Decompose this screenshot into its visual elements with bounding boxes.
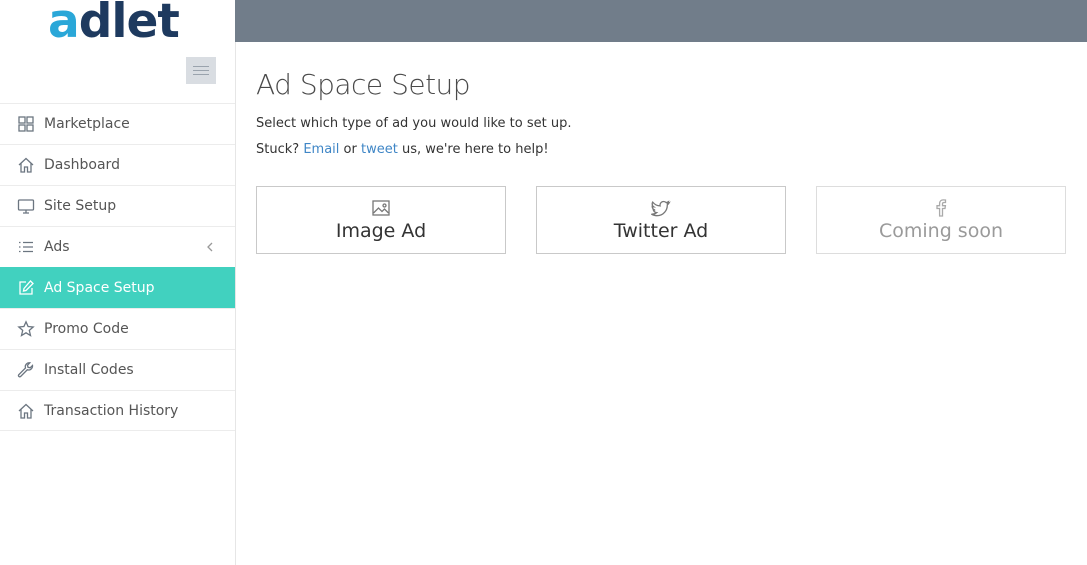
twitter-ad-button[interactable]: Twitter Ad [536, 186, 786, 254]
help-prefix: Stuck? [256, 142, 300, 157]
hamburger-menu-icon[interactable] [186, 57, 216, 84]
sidebar: adlet Marketplace Dashboard Site Setup A… [0, 0, 236, 565]
top-bar [235, 0, 1087, 42]
grid-icon [17, 115, 35, 133]
image-ad-button[interactable]: Image Ad [256, 186, 506, 254]
edit-icon [17, 279, 35, 297]
sidebar-item-ad-space-setup[interactable]: Ad Space Setup [0, 267, 235, 308]
tweet-link[interactable]: tweet [361, 142, 398, 157]
sidebar-item-dashboard[interactable]: Dashboard [0, 144, 235, 185]
home-icon [17, 156, 35, 174]
monitor-icon [17, 197, 35, 215]
twitter-icon [651, 198, 671, 218]
sidebar-nav: Marketplace Dashboard Site Setup Ads Ad … [0, 103, 235, 431]
facebook-ad-coming-soon: Coming soon [816, 186, 1066, 254]
ad-type-options: Image Ad Twitter Ad Coming soon [256, 186, 1066, 254]
sidebar-item-marketplace[interactable]: Marketplace [0, 103, 235, 144]
twitter-ad-label: Twitter Ad [613, 220, 709, 242]
image-icon [371, 198, 391, 218]
sidebar-item-label: Transaction History [44, 402, 179, 419]
chevron-left-icon[interactable] [205, 240, 215, 254]
sidebar-item-label: Promo Code [44, 321, 129, 337]
facebook-icon [931, 198, 951, 218]
sidebar-item-label: Ad Space Setup [44, 280, 155, 296]
page-title: Ad Space Setup [256, 68, 471, 101]
wrench-icon [17, 361, 35, 379]
sidebar-item-install-codes[interactable]: Install Codes [0, 349, 235, 390]
logo-letter-a: a [48, 0, 80, 49]
intro-text: Select which type of ad you would like t… [256, 116, 572, 131]
sidebar-item-label: Install Codes [44, 362, 134, 378]
help-suffix: us, we're here to help! [401, 142, 549, 157]
coming-soon-label: Coming soon [878, 220, 1003, 242]
adlet-logo[interactable]: adlet [48, 0, 180, 45]
email-link[interactable]: Email [303, 142, 339, 157]
help-text: Stuck? Email or tweet us, we're here to … [256, 142, 1076, 157]
sidebar-item-label: Ads [44, 239, 70, 255]
sidebar-item-label: Dashboard [44, 157, 120, 173]
sidebar-item-transaction-history[interactable]: Transaction History [0, 390, 235, 431]
logo-text: dlet [78, 0, 180, 49]
list-icon [17, 238, 35, 256]
sidebar-item-ads[interactable]: Ads [0, 226, 235, 267]
sidebar-item-site-setup[interactable]: Site Setup [0, 185, 235, 226]
main-content: Ad Space Setup Select which type of ad y… [256, 42, 1076, 254]
star-icon [17, 320, 35, 338]
image-ad-label: Image Ad [335, 220, 427, 242]
help-or: or [343, 142, 357, 157]
sidebar-item-label: Site Setup [44, 198, 117, 214]
home-icon [17, 402, 35, 420]
sidebar-item-promo-code[interactable]: Promo Code [0, 308, 235, 349]
sidebar-item-label: Marketplace [44, 116, 130, 132]
